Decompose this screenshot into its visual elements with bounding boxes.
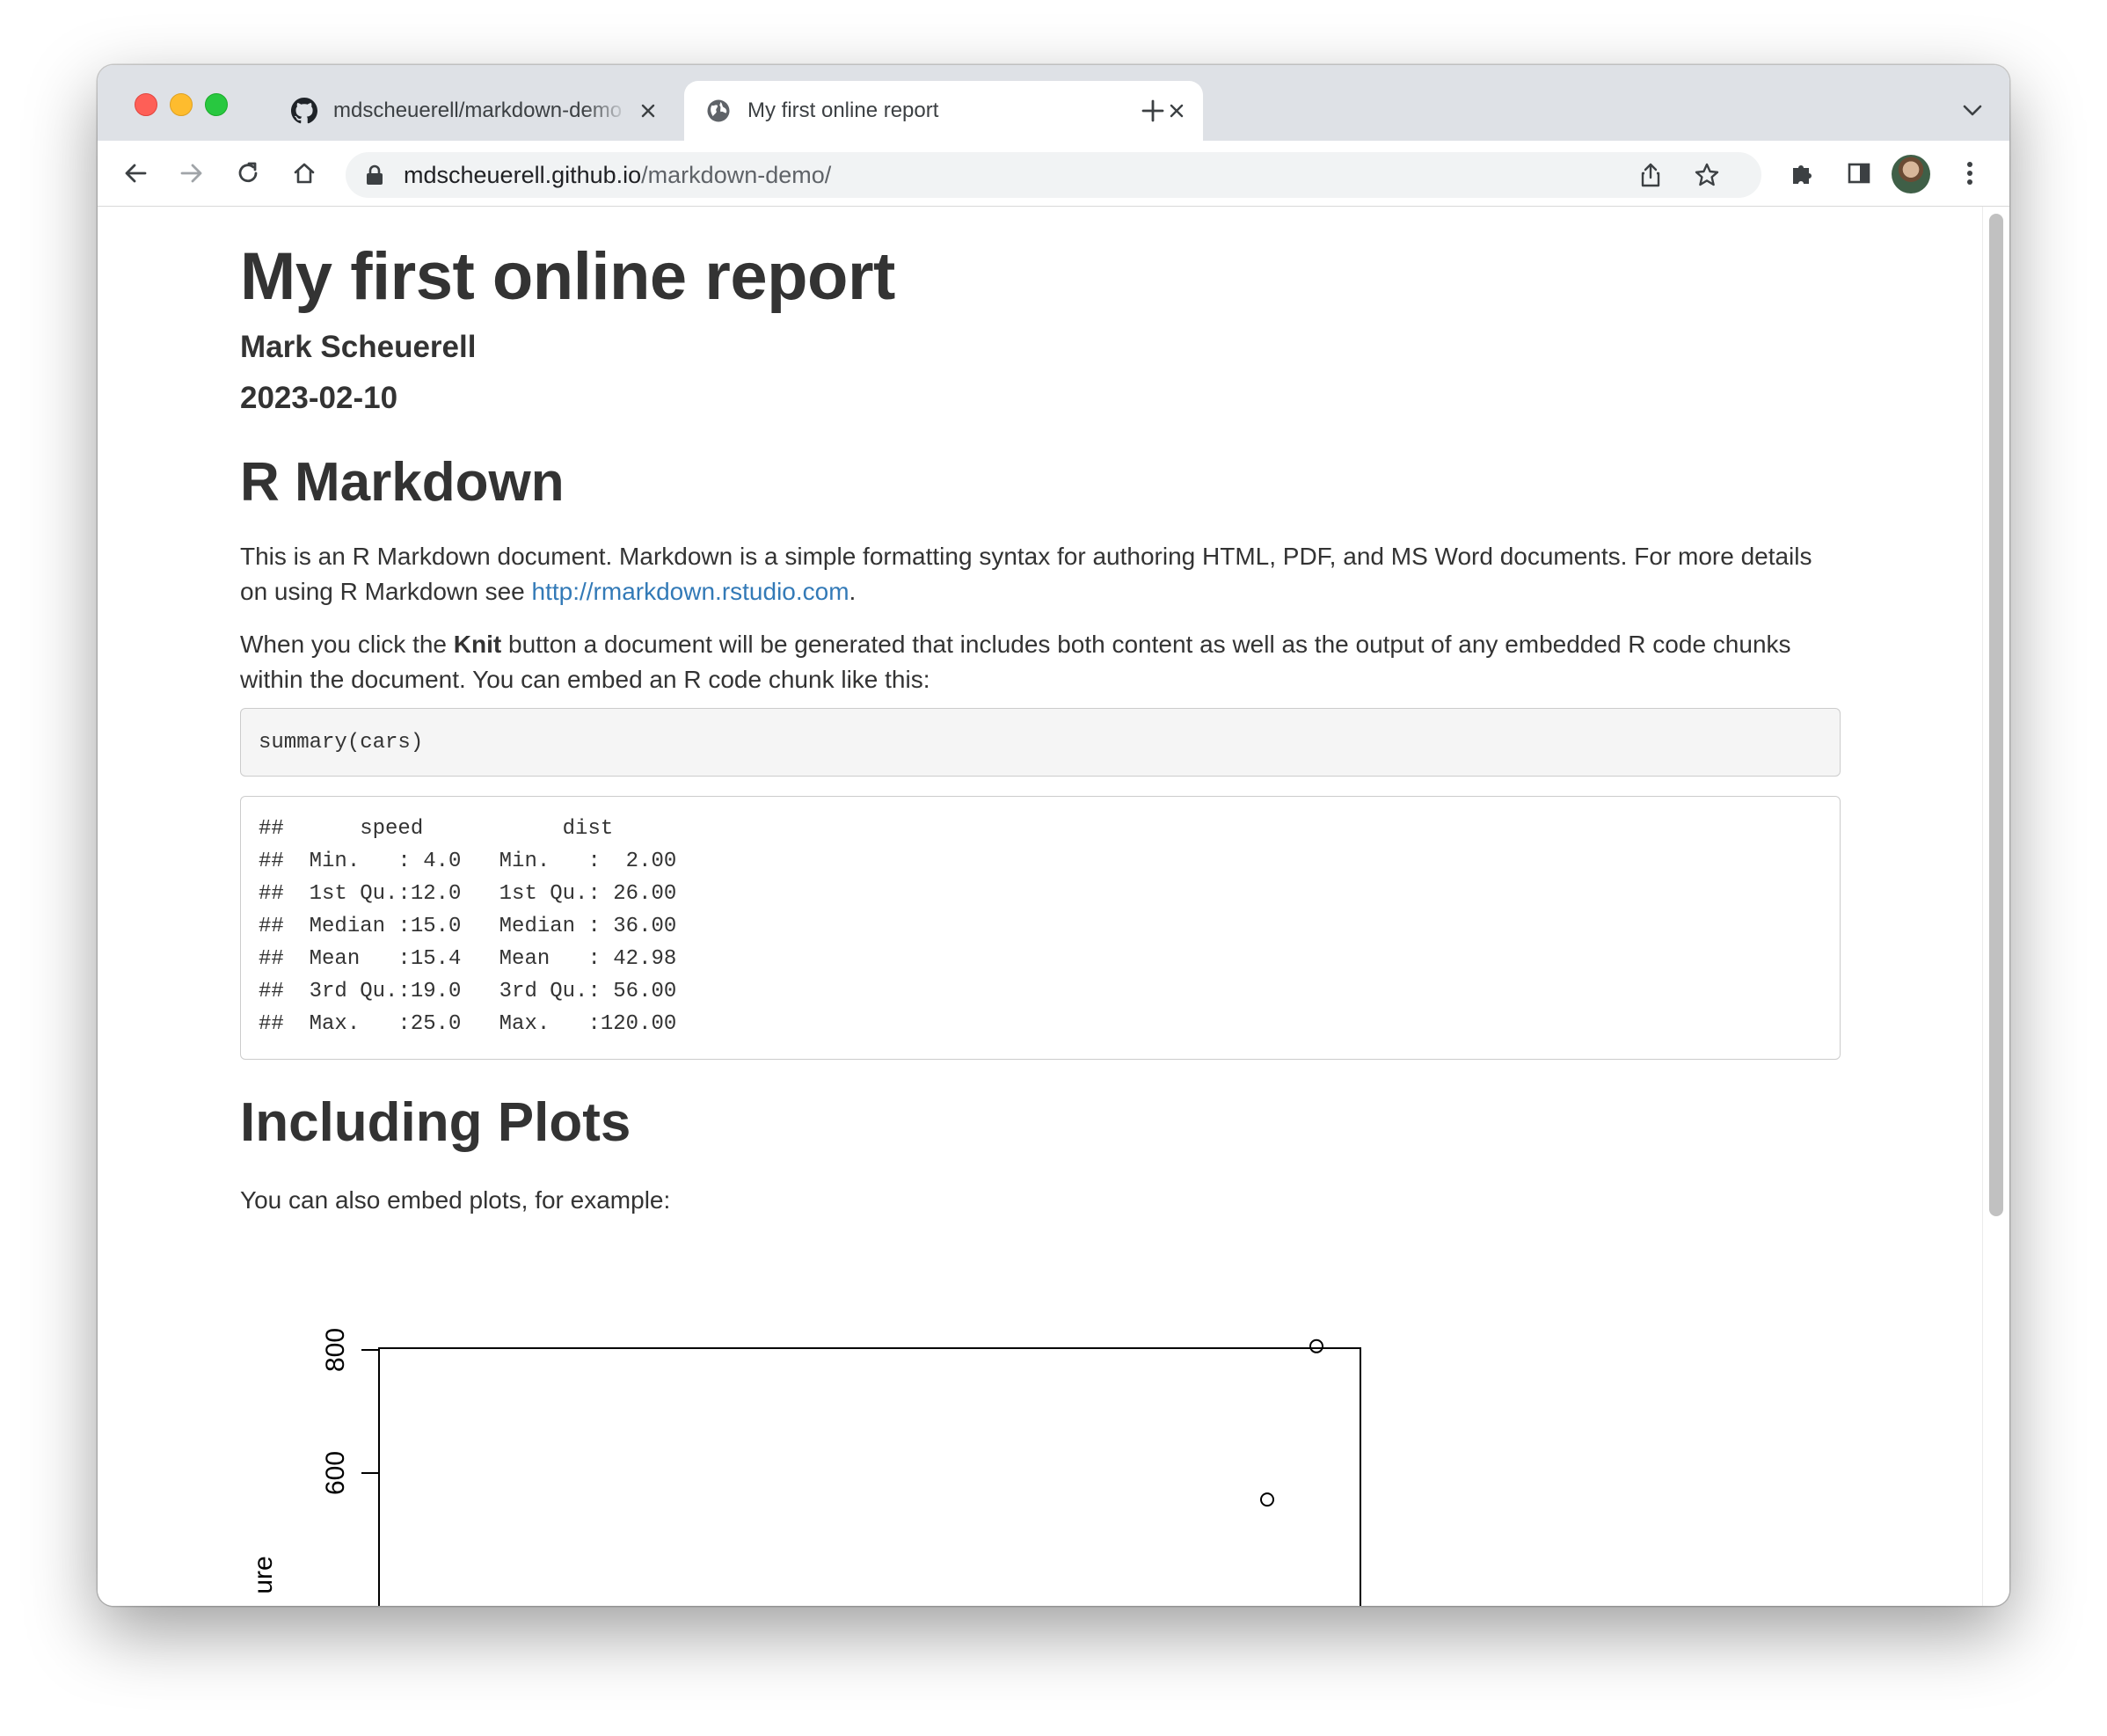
forward-button[interactable] — [171, 153, 212, 193]
browser-toolbar: mdscheuerell.github.io/markdown-demo/ — [98, 141, 2009, 207]
url-text[interactable]: mdscheuerell.github.io/markdown-demo/ — [404, 152, 831, 198]
plots-paragraph: You can also embed plots, for example: — [240, 1186, 671, 1214]
home-button[interactable] — [284, 153, 324, 193]
side-panel-button[interactable] — [1839, 153, 1879, 193]
knit-paragraph: When you click the Knit button a documen… — [240, 627, 1841, 697]
extensions-button[interactable] — [1783, 153, 1823, 193]
home-icon — [294, 163, 315, 184]
zoom-window-button[interactable] — [205, 93, 228, 116]
url-path: /markdown-demo/ — [641, 162, 832, 188]
bookmark-button[interactable] — [1689, 157, 1724, 193]
section-heading-r-markdown: R Markdown — [240, 452, 565, 513]
scatter-plot: 600 800 ure — [249, 1328, 1361, 1606]
address-bar[interactable]: mdscheuerell.github.io/markdown-demo/ — [346, 152, 1761, 198]
tab-github[interactable]: mdscheuerell/markdown-demo — [270, 81, 674, 141]
tab-title: mdscheuerell/markdown-demo — [333, 98, 623, 122]
reload-icon — [238, 162, 258, 183]
tab-report[interactable]: My first online report — [684, 81, 1203, 141]
knit-bold: Knit — [453, 631, 502, 658]
intro-end: . — [849, 578, 857, 605]
scrollbar-thumb[interactable] — [1989, 214, 2003, 1216]
intro-text: This is an R Markdown document. Markdown… — [240, 543, 1812, 605]
y-tick-label: 600 — [321, 1451, 350, 1495]
intro-paragraph: This is an R Markdown document. Markdown… — [240, 539, 1841, 609]
date: 2023-02-10 — [240, 381, 398, 415]
url-host: mdscheuerell.github.io — [404, 162, 642, 188]
side-panel-icon — [1848, 163, 1870, 184]
share-button[interactable] — [1633, 157, 1668, 193]
knit-text-before: When you click the — [240, 631, 454, 658]
data-point — [1309, 1338, 1323, 1353]
scrollbar[interactable] — [1982, 207, 2009, 1606]
puzzle-icon — [1793, 165, 1812, 184]
reload-button[interactable] — [228, 153, 268, 193]
minimize-window-button[interactable] — [170, 93, 193, 116]
globe-icon — [707, 99, 730, 122]
github-icon — [291, 98, 317, 124]
y-axis-label: ure — [249, 1556, 278, 1594]
avatar[interactable] — [1892, 155, 1930, 193]
back-button[interactable] — [115, 153, 156, 193]
more-vertical-icon — [1967, 162, 1972, 185]
share-icon — [1641, 163, 1660, 187]
tab-strip: mdscheuerell/markdown-demo My first onli… — [98, 65, 2009, 141]
new-tab-button[interactable] — [1132, 90, 1174, 132]
page-title: My first online report — [240, 239, 895, 314]
plot-frame — [378, 1347, 1361, 1606]
code-output: ## speed dist ## Min. : 4.0 Min. : 2.00 … — [240, 796, 1841, 1060]
lock-icon[interactable] — [365, 164, 384, 186]
author: Mark Scheuerell — [240, 330, 477, 364]
code-chunk: summary(cars) — [240, 708, 1841, 777]
chevron-down-icon — [1963, 105, 1982, 116]
tab-title: My first online report — [747, 98, 939, 122]
close-window-button[interactable] — [135, 93, 157, 116]
rmarkdown-link[interactable]: http://rmarkdown.rstudio.com — [532, 578, 849, 605]
browser-window: mdscheuerell/markdown-demo My first onli… — [98, 65, 2009, 1606]
data-point — [1260, 1492, 1274, 1507]
section-heading-including-plots: Including Plots — [240, 1092, 631, 1153]
tab-search-button[interactable] — [1955, 93, 1990, 128]
browser-menu-button[interactable] — [1950, 153, 1990, 193]
arrow-left-icon — [125, 164, 147, 183]
code-output-text: ## speed dist ## Min. : 4.0 Min. : 2.00 … — [259, 817, 677, 1036]
page-content: My first online report Mark Scheuerell 2… — [98, 207, 1983, 1606]
plus-icon — [1141, 99, 1164, 122]
star-icon — [1695, 163, 1719, 186]
arrow-right-icon — [180, 164, 202, 183]
close-tab-icon[interactable] — [629, 91, 667, 130]
y-tick-label: 800 — [321, 1328, 350, 1372]
